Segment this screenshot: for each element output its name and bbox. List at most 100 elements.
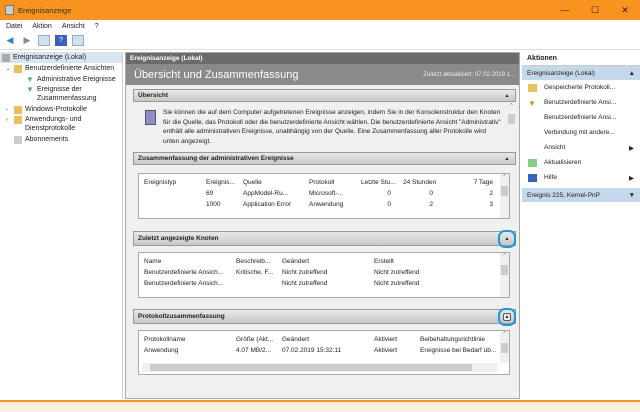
tree-item-custom-views[interactable]: ⌄ Benutzerdefinierte Ansichten	[0, 63, 122, 74]
cell: 69	[206, 190, 214, 197]
action-connect[interactable]: Verbindung mit andere...	[522, 125, 640, 140]
tree-item-admin-events[interactable]: ▼ Administrative Ereignisse	[0, 74, 122, 85]
event-viewer-icon	[5, 5, 14, 15]
pane-header: Ereignisanzeige (Lokal)	[126, 53, 519, 64]
tree-item-subscriptions[interactable]: Abonnements	[0, 134, 122, 145]
tree-item-root[interactable]: Ereignisanzeige (Lokal)	[0, 52, 122, 63]
cell: Nicht zutreffend	[282, 280, 328, 287]
collapse-icon[interactable]: ▲	[498, 229, 516, 248]
section-header[interactable]: Übersicht ▲	[133, 89, 516, 102]
column-header[interactable]: Ereignis...	[206, 179, 243, 186]
forward-icon[interactable]: ▶	[21, 35, 33, 46]
column-header[interactable]: Geändert	[282, 258, 374, 265]
tree-label: Ereignisanzeige (Lokal)	[13, 54, 87, 61]
collapse-icon[interactable]: ▲	[498, 307, 516, 326]
actions-group-header-event[interactable]: Ereignis 225, Kernel-PnP ▼	[522, 188, 640, 202]
cell: 2	[489, 190, 493, 197]
collapse-icon[interactable]: ▲	[629, 70, 635, 77]
menu-ansicht[interactable]: Ansicht	[62, 23, 85, 30]
tree-item-app-service-logs[interactable]: › Anwendungs- und Dienstprotokolle	[0, 115, 122, 134]
toolbar: ◀ ▶ ?	[0, 32, 640, 50]
column-header[interactable]: Aktiviert	[374, 336, 420, 343]
folder-icon	[14, 64, 22, 73]
tree-item-summary-events[interactable]: ▼ Ereignisse der Zusammenfassung	[0, 85, 122, 104]
action-label: Verbindung mit andere...	[544, 129, 615, 136]
collapse-icon[interactable]: ▲	[503, 155, 511, 163]
section-title: Zusammenfassung der administrativen Erei…	[138, 155, 294, 162]
cell: 2	[429, 201, 433, 208]
menu-datei[interactable]: Datei	[6, 23, 22, 30]
blank-icon	[528, 129, 537, 137]
column-header[interactable]: Geändert	[282, 336, 374, 343]
tree-label: Anwendungs- und Dienstprotokolle	[25, 116, 82, 132]
action-help[interactable]: Hilfe ▶	[522, 170, 640, 185]
action-refresh[interactable]: Aktualisieren	[522, 155, 640, 170]
event-viewer-icon	[2, 53, 10, 62]
column-header[interactable]: Name	[144, 258, 236, 265]
scrollbar[interactable]: ^	[507, 102, 516, 145]
table-row[interactable]: 1000 Application Error Anwendung 0 2 3	[139, 199, 509, 210]
expand-icon[interactable]: ›	[6, 116, 14, 125]
action-label: Aktualisieren	[544, 159, 582, 166]
menu-help[interactable]: ?	[95, 23, 99, 30]
menu-bar: Datei Aktion Ansicht ?	[0, 20, 640, 32]
action-create-custom-view[interactable]: ▼ Benutzerdefinierte Ansi...	[522, 95, 640, 110]
cell: Kritische, F...	[236, 269, 274, 276]
close-button[interactable]: ✕	[610, 0, 640, 20]
cell: Nicht zutreffend	[374, 280, 420, 287]
column-header[interactable]: 24 Stunden	[403, 179, 453, 186]
section-header[interactable]: Protokollzusammenfassung ▲	[133, 307, 516, 326]
minimize-button[interactable]: —	[550, 0, 580, 20]
tree-item-windows-logs[interactable]: › Windows-Protokolle	[0, 104, 122, 115]
action-label: Gespeicherte Protokoll...	[544, 84, 616, 91]
column-header[interactable]: Beschreib...	[236, 258, 282, 265]
table-row[interactable]: Benutzerdefinierte Ansich... Kritische, F…	[139, 267, 509, 278]
section-header[interactable]: Zusammenfassung der administrativen Erei…	[133, 152, 516, 165]
show-hide-actions-icon[interactable]	[72, 35, 84, 46]
cell: Benutzerdefinierte Ansich...	[144, 269, 224, 276]
action-label: Benutzerdefinierte Ansi...	[544, 99, 617, 106]
table-header: Ereignistyp Ereignis... Quelle Protokoll…	[139, 177, 509, 188]
section-header[interactable]: Zuletzt angezeigte Knoten ▲	[133, 229, 516, 248]
column-header[interactable]: Quelle	[243, 179, 309, 186]
column-header[interactable]: 7 Tage	[453, 179, 493, 186]
column-header[interactable]: Größe (Akt...	[236, 336, 282, 343]
column-header[interactable]: Letzte Stu...	[361, 179, 403, 186]
show-hide-tree-icon[interactable]	[38, 35, 50, 46]
back-icon[interactable]: ◀	[4, 35, 16, 46]
action-view[interactable]: Ansicht ▶	[522, 140, 640, 155]
table-row[interactable]: Anwendung 4.07 MB/2... 07.02.2019 15:32:11…	[139, 345, 509, 356]
expand-icon[interactable]: ▼	[629, 192, 635, 199]
cell: Nicht zutreffend	[282, 269, 328, 276]
column-header[interactable]: Protokollname	[144, 336, 236, 343]
cell: 0	[429, 190, 433, 197]
refresh-icon	[528, 158, 537, 167]
expand-icon[interactable]: ⌄	[6, 66, 14, 72]
status-bar	[0, 400, 640, 412]
scrollbar[interactable]: ^	[500, 331, 509, 363]
cell: AppModel-Ru...	[243, 190, 289, 197]
actions-group-header[interactable]: Ereignisanzeige (Lokal) ▲	[522, 66, 640, 80]
overview-text: Sie können die auf dem Computer aufgetre…	[163, 109, 501, 145]
column-header[interactable]: Erstellt	[374, 258, 464, 265]
folder-open-icon	[528, 83, 537, 92]
menu-aktion[interactable]: Aktion	[32, 23, 51, 30]
horizontal-scrollbar[interactable]	[142, 363, 497, 372]
column-header[interactable]: Protokoll	[309, 179, 361, 186]
table-row[interactable]: 69 AppModel-Ru... Microsoft-... 0 0 2	[139, 188, 509, 199]
maximize-button[interactable]: ☐	[580, 0, 610, 20]
table-row[interactable]: Benutzerdefinierte Ansich... Nicht zutref…	[139, 278, 509, 289]
scrollbar[interactable]: ^	[500, 253, 509, 297]
recent-nodes-section: Zuletzt angezeigte Knoten ▲	[133, 229, 516, 248]
tree-label: Administrative Ereignisse	[37, 76, 116, 83]
collapse-icon[interactable]: ▲	[503, 92, 511, 100]
action-open-saved-log[interactable]: Gespeicherte Protokoll...	[522, 80, 640, 95]
section-title: Zuletzt angezeigte Knoten	[138, 235, 219, 242]
expand-icon[interactable]: ›	[6, 107, 14, 113]
action-label: Ansicht	[544, 144, 566, 151]
action-import-custom-view[interactable]: Benutzerdefinierte Ansi...	[522, 110, 640, 125]
help-icon[interactable]: ?	[55, 35, 67, 46]
scrollbar[interactable]: ^	[500, 174, 509, 218]
column-header[interactable]: Ereignistyp	[144, 179, 206, 186]
column-header[interactable]: Beibehaltungsrichtlinie	[420, 336, 500, 343]
